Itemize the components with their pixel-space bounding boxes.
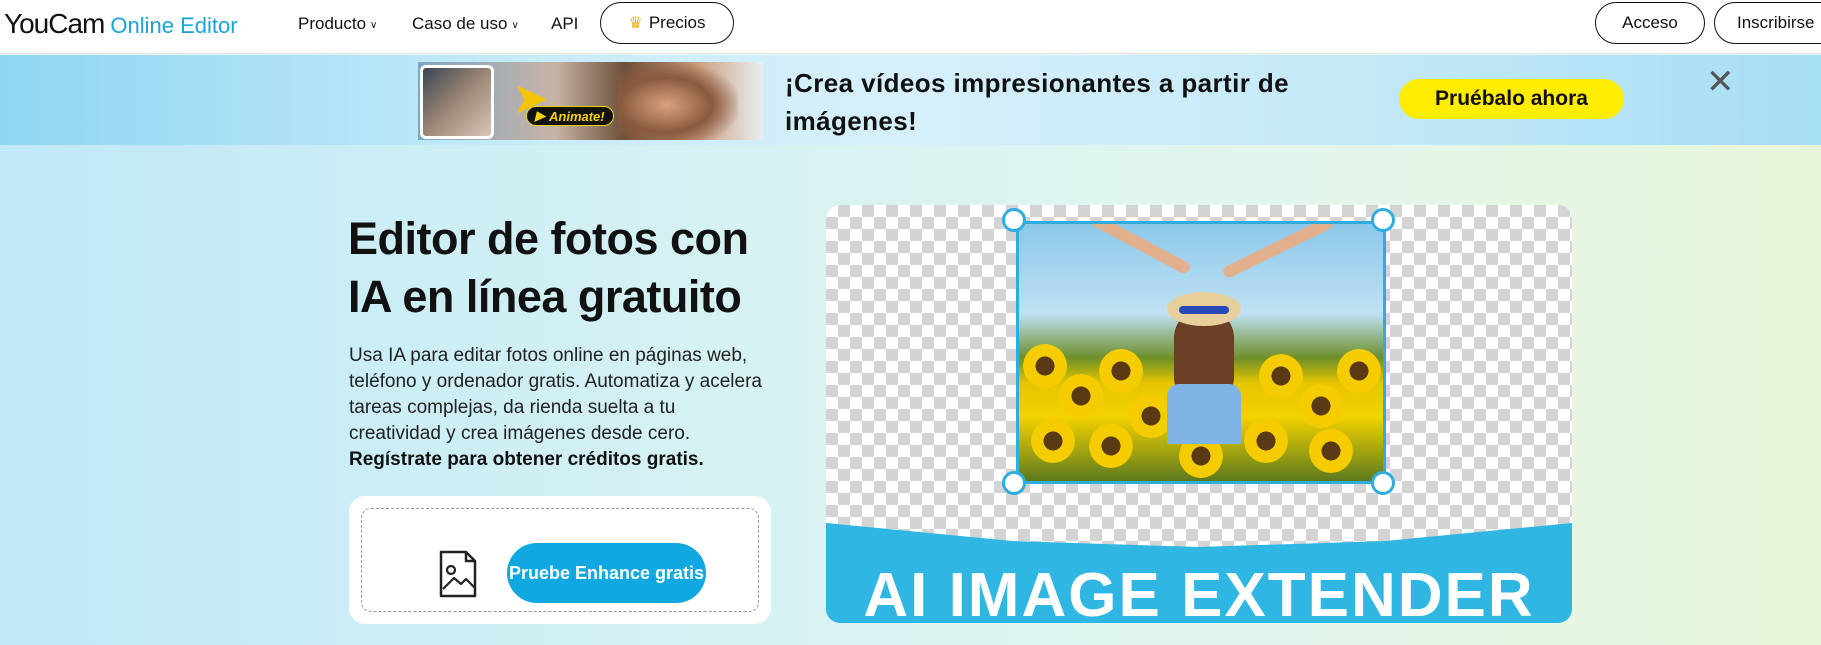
- hero-signup-note: Regístrate para obtener créditos gratis.: [349, 449, 704, 470]
- ai-image-extender-visual: AI IMAGE EXTENDER: [826, 205, 1572, 623]
- resize-handle-top-left[interactable]: [1002, 208, 1026, 232]
- sunflower: [1259, 354, 1303, 398]
- promo-banner: ➤ ▶ Animate! ¡Crea vídeos impresionantes …: [0, 55, 1821, 145]
- hero-description: Usa IA para editar fotos online en págin…: [349, 345, 762, 444]
- sunflower: [1031, 419, 1075, 463]
- resize-handle-top-right[interactable]: [1371, 208, 1395, 232]
- play-icon: ▶: [535, 108, 545, 123]
- promo-thumbnail: [420, 65, 494, 139]
- sunflower: [1089, 424, 1133, 468]
- hat-band: [1179, 306, 1229, 314]
- banner-headline: ¡Crea vídeos impresionantes a partir de …: [785, 68, 1289, 136]
- upload-dropzone[interactable]: Pruebe Enhance gratis: [361, 508, 759, 612]
- sunflower: [1299, 384, 1343, 428]
- close-icon[interactable]: ✕: [1706, 65, 1735, 99]
- nav-product[interactable]: Producto ∨: [298, 14, 377, 34]
- sunflower: [1023, 344, 1067, 388]
- logo-primary-text: YouCam: [4, 8, 105, 39]
- animate-tag-label: Animate!: [549, 108, 605, 124]
- chevron-down-icon: ∨: [370, 20, 378, 31]
- image-file-icon: [439, 550, 477, 598]
- sunflower: [1059, 374, 1103, 418]
- hero-section: Editor de fotos con IA en línea gratuito…: [0, 145, 1821, 645]
- logo-secondary-text: Online Editor: [110, 13, 238, 38]
- nav-api[interactable]: API: [551, 14, 578, 34]
- top-navigation: YouCam Online Editor Producto ∨ Caso de us…: [0, 0, 1821, 54]
- login-button[interactable]: Acceso: [1595, 2, 1705, 44]
- chevron-down-icon: ∨: [511, 20, 519, 31]
- try-enhance-button[interactable]: Pruebe Enhance gratis: [507, 543, 706, 603]
- pricing-button[interactable]: ♛ Precios: [600, 2, 734, 44]
- ai-image-extender-label: AI IMAGE EXTENDER: [863, 561, 1535, 623]
- girl-shirt: [1167, 384, 1241, 444]
- crown-icon: ♛: [628, 15, 643, 32]
- sunflower: [1099, 349, 1143, 393]
- sunflower: [1309, 429, 1353, 473]
- nav-use-cases-label: Caso de uso: [412, 14, 508, 33]
- nav-product-label: Producto: [298, 14, 367, 33]
- promo-image[interactable]: ➤ ▶ Animate!: [418, 62, 763, 140]
- page-title: Editor de fotos con IA en línea gratuito: [348, 213, 749, 322]
- sunflower: [1337, 349, 1381, 393]
- promo-photo-couple: [618, 62, 738, 140]
- nav-use-cases[interactable]: Caso de uso ∨: [412, 14, 519, 34]
- youcam-logo[interactable]: YouCam Online Editor: [4, 8, 238, 40]
- sunflower-photo: [1016, 221, 1386, 484]
- signup-button[interactable]: Inscribirse: [1714, 2, 1821, 44]
- upload-card: Pruebe Enhance gratis: [349, 496, 771, 624]
- sunflower: [1244, 419, 1288, 463]
- arm: [1089, 224, 1192, 276]
- try-now-button[interactable]: Pruébalo ahora: [1399, 79, 1624, 119]
- resize-handle-bottom-left[interactable]: [1002, 471, 1026, 495]
- animate-tag: ▶ Animate!: [526, 106, 614, 126]
- arm: [1221, 224, 1335, 280]
- pricing-label: Precios: [648, 13, 706, 32]
- resize-handle-bottom-right[interactable]: [1371, 471, 1395, 495]
